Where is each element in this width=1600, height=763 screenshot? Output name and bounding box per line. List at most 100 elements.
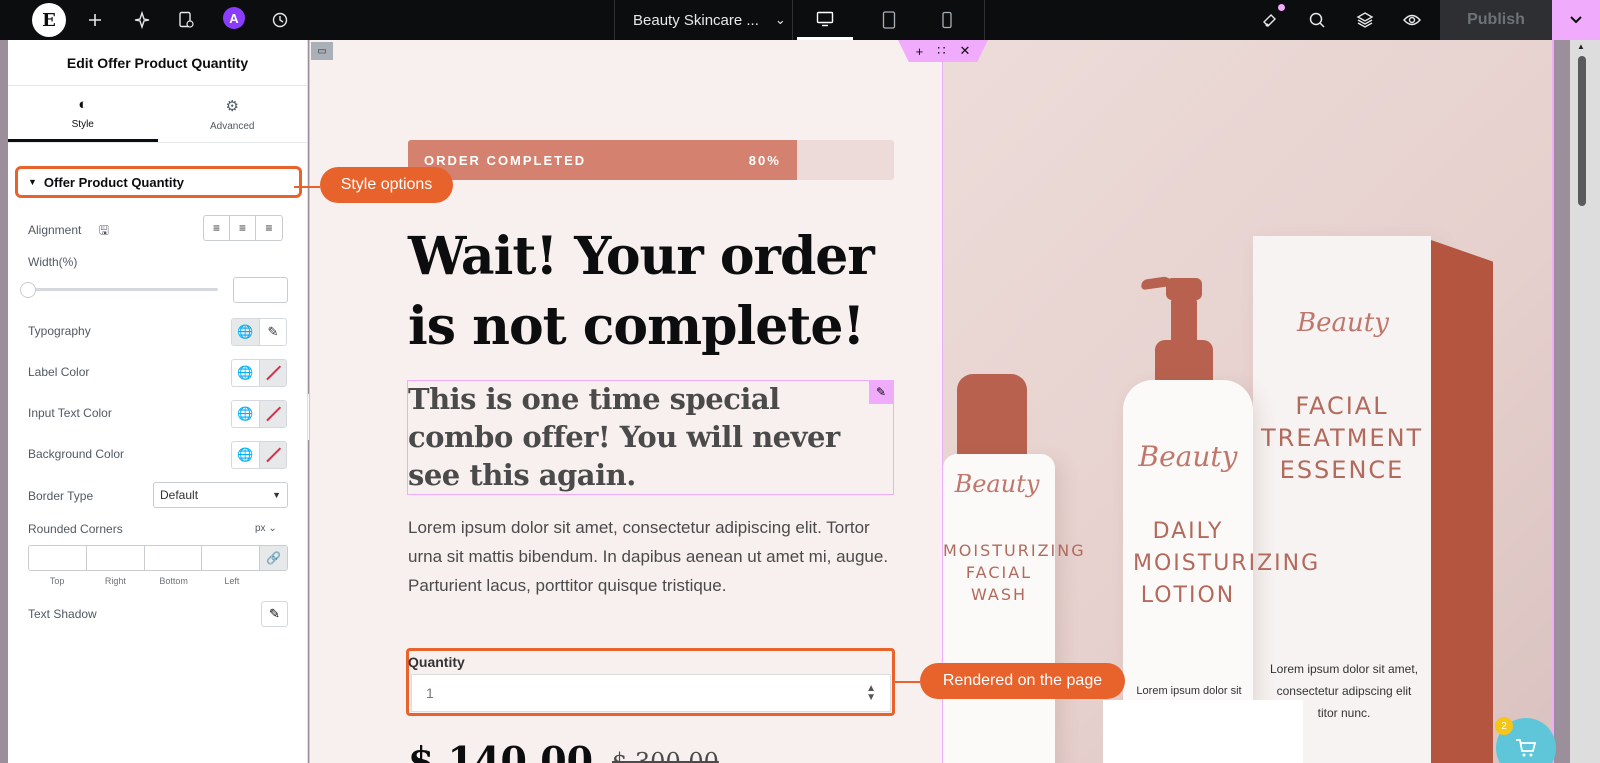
border-type-label: Border Type — [28, 489, 94, 503]
tab-style-label: Style — [71, 118, 94, 130]
global-icon[interactable]: 🌐 — [232, 319, 259, 345]
corner-left-input[interactable] — [202, 546, 260, 570]
alignment-label: Alignment 🖫 — [28, 221, 109, 242]
unit-selector[interactable]: px ⌄ — [255, 523, 277, 534]
preview-icon[interactable] — [1392, 0, 1432, 40]
text-shadow-label: Text Shadow — [28, 607, 97, 621]
vertical-scrollbar[interactable] — [1578, 56, 1586, 206]
global-icon[interactable]: 🌐 — [232, 401, 259, 427]
rounded-corners-label: Rounded Corners — [28, 522, 123, 536]
caret-down-icon: ▼ — [272, 490, 281, 500]
global-icon[interactable]: 🌐 — [232, 442, 259, 468]
pump-top — [1166, 278, 1202, 300]
callout-connector — [895, 681, 920, 683]
add-icon[interactable]: + — [916, 44, 924, 59]
wash-name: MOISTURIZING FACIAL WASH — [943, 541, 1086, 604]
chevron-down-icon: ⌄ — [774, 12, 786, 27]
tablet-view-button[interactable] — [861, 0, 917, 40]
section-title: Offer Product Quantity — [43, 174, 185, 190]
contrast-icon: ◐ — [78, 95, 88, 113]
border-type-select[interactable]: Default ▼ — [153, 482, 288, 508]
desktop-view-button[interactable] — [797, 0, 853, 40]
background-color-controls: 🌐 — [231, 441, 287, 469]
structure-icon[interactable] — [122, 0, 162, 40]
align-right-icon[interactable]: ≡ — [256, 216, 282, 240]
width-slider-handle[interactable] — [20, 282, 36, 298]
page-headline: Wait! Your order is not complete! — [408, 226, 875, 357]
global-icon[interactable]: 🌐 — [232, 360, 259, 386]
pedestal — [1103, 700, 1303, 763]
corner-bottom-input[interactable] — [145, 546, 203, 570]
drag-icon[interactable]: ∷ — [937, 43, 945, 59]
layers-icon[interactable] — [1345, 0, 1385, 40]
background-color-label: Background Color — [28, 447, 125, 461]
history-icon[interactable] — [260, 0, 300, 40]
pencil-icon[interactable]: ✎ — [259, 319, 286, 345]
tab-style[interactable]: ◐ Style — [8, 86, 158, 142]
align-left-icon[interactable]: ≡ — [204, 216, 230, 240]
style-options-callout: Style options — [320, 167, 453, 203]
publish-options-button[interactable] — [1552, 0, 1600, 40]
brand-logo: Beauty — [954, 470, 1040, 498]
corner-top-label: Top — [49, 576, 65, 586]
border-type-value: Default — [160, 488, 199, 502]
lotion-name: DAILY MOISTURIZING LOTION — [1133, 519, 1321, 608]
search-icon[interactable] — [1297, 0, 1337, 40]
typography-label: Typography — [28, 324, 91, 338]
desktop-icon[interactable]: 🖫 — [99, 223, 109, 237]
elementor-logo-icon[interactable]: E — [32, 3, 66, 37]
alignment-label-text: Alignment — [28, 223, 82, 237]
page-settings-icon[interactable] — [166, 0, 206, 40]
unit-value: px — [255, 523, 266, 534]
ai-icon[interactable]: A — [223, 7, 245, 29]
color-picker-swatch[interactable] — [259, 401, 286, 427]
callout-connector — [294, 186, 320, 188]
width-input[interactable] — [233, 277, 288, 303]
width-slider-track[interactable] — [28, 288, 218, 291]
color-picker-swatch[interactable] — [259, 360, 286, 386]
scroll-up-icon[interactable]: ▲ — [1577, 42, 1585, 51]
pump-stem — [1171, 298, 1197, 346]
quantity-stepper[interactable]: 1 ▲ ▼ — [411, 674, 891, 712]
corner-top-input[interactable] — [29, 546, 87, 570]
cart-count-badge: 2 — [1495, 717, 1513, 735]
essence-name: FACIAL TREATMENT ESSENCE — [1261, 392, 1424, 484]
close-icon[interactable]: ✕ — [959, 43, 970, 59]
width-label: Width(%) — [28, 255, 78, 269]
wash-cap — [957, 374, 1027, 460]
link-icon[interactable]: 🔗 — [260, 546, 287, 570]
wash-bottle — [943, 454, 1055, 763]
input-text-color-controls: 🌐 — [231, 400, 287, 428]
publish-button[interactable]: Publish — [1440, 0, 1552, 40]
order-progress-bar: ORDER COMPLETED 80% — [408, 140, 894, 180]
canvas-border — [1552, 40, 1554, 763]
stepper-arrows-icon[interactable]: ▲ ▼ — [866, 684, 876, 703]
container-handle[interactable]: ▭ — [311, 42, 333, 60]
add-icon[interactable] — [75, 0, 115, 40]
canvas-border — [309, 40, 310, 763]
editor-panel: Edit Offer Product Quantity ◐ Style ⚙ Ad… — [8, 40, 308, 763]
document-title: Beauty Skincare ... — [633, 11, 759, 29]
brand-logo: Beauty — [1297, 308, 1389, 338]
rendered-callout: Rendered on the page — [920, 663, 1125, 699]
label-color-label: Label Color — [28, 365, 90, 379]
mobile-view-button[interactable] — [919, 0, 975, 40]
editor-topbar: E A Beauty Skincare ... ⌄ Publish — [0, 0, 1600, 40]
document-title-dropdown[interactable]: Beauty Skincare ... ⌄ — [614, 0, 794, 40]
panel-tabs: ◐ Style ⚙ Advanced — [8, 86, 307, 143]
tab-advanced[interactable]: ⚙ Advanced — [158, 86, 308, 142]
edit-widget-pencil-icon[interactable]: ✎ — [869, 380, 893, 404]
progress-fill: ORDER COMPLETED 80% — [408, 140, 797, 180]
tab-advanced-label: Advanced — [210, 120, 255, 132]
gear-icon: ⚙ — [225, 97, 239, 115]
corner-right-input[interactable] — [87, 546, 145, 570]
quantity-label: Quantity — [408, 654, 465, 670]
section-handle[interactable]: + ∷ ✕ — [898, 40, 988, 62]
color-picker-swatch[interactable] — [259, 442, 286, 468]
typography-controls: 🌐 ✎ — [231, 318, 287, 346]
text-shadow-edit-button[interactable]: ✎ — [261, 601, 288, 627]
corner-right-label: Right — [104, 576, 126, 586]
rounded-corners-inputs: 🔗 — [28, 545, 288, 571]
section-toggle-offer-product-quantity[interactable]: ▼ Offer Product Quantity — [15, 166, 302, 198]
align-center-icon[interactable]: ≡ — [230, 216, 256, 240]
